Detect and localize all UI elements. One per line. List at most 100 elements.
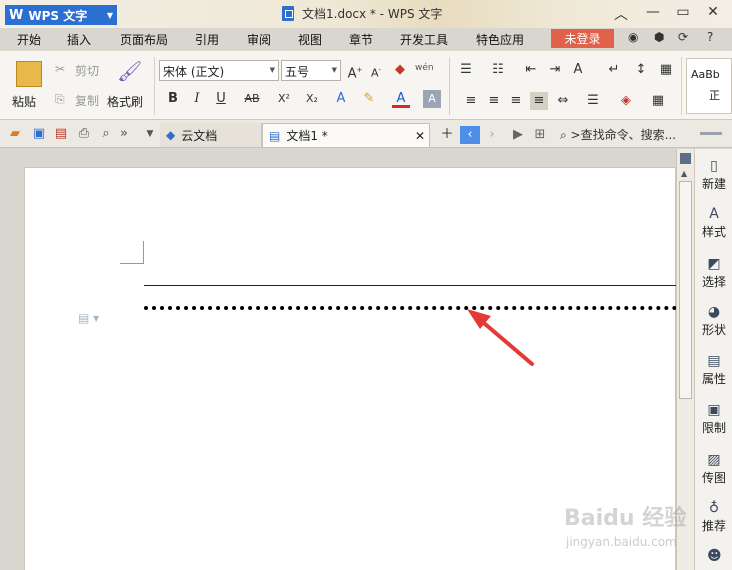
paragraph-layout-icon[interactable]: ▤ ▾	[78, 311, 99, 325]
underline-button[interactable]: U	[212, 90, 230, 108]
close-icon[interactable]: ✕	[415, 129, 425, 143]
chevron-down-icon[interactable]: ▼	[332, 66, 337, 74]
collapse-icon[interactable]: ⊞	[530, 126, 550, 144]
side-property[interactable]: ▤ 属性	[695, 354, 732, 387]
chevron-down-icon[interactable]: ▼	[270, 66, 275, 74]
help-icon[interactable]: ?	[707, 30, 713, 44]
scroll-up-icon[interactable]: ▲	[681, 169, 687, 178]
login-button[interactable]: 未登录	[551, 29, 614, 48]
clear-format-icon[interactable]: ◆	[391, 61, 409, 79]
split-view-icon[interactable]	[680, 153, 691, 164]
side-restrict[interactable]: ▣ 限制	[695, 403, 732, 436]
copy-button[interactable]: 复制	[75, 92, 99, 109]
side-upload-image[interactable]: ▨ 传图	[695, 453, 732, 486]
line-spacing-icon[interactable]: ☰	[584, 92, 602, 110]
pinyin-icon[interactable]: wén	[415, 59, 434, 77]
side-select[interactable]: ◩ 选择	[695, 257, 732, 290]
style-gallery[interactable]: AaBb 正	[686, 58, 732, 114]
title-bar: W WPS 文字 ▼ 文档1.docx * - WPS 文字 ︿ — ▭ ✕	[0, 0, 732, 28]
tab-document-label: 文档1 *	[286, 129, 328, 143]
side-style[interactable]: A 样式	[695, 207, 732, 240]
shape-icon: ◕	[707, 304, 721, 320]
paste-button[interactable]: 粘贴	[12, 93, 36, 110]
chevron-left-icon[interactable]: ‹	[460, 126, 480, 144]
bold-button[interactable]: B	[164, 90, 182, 108]
font-size-select[interactable]: 五号 ▼	[281, 60, 341, 81]
table-icon[interactable]: ▦	[657, 61, 675, 79]
menu-insert[interactable]: 插入	[67, 31, 91, 48]
bullet-list-icon[interactable]: ☰	[457, 61, 475, 79]
cut-button[interactable]: 剪切	[75, 62, 99, 79]
grow-font-icon[interactable]: A+	[346, 61, 364, 81]
settings-icon[interactable]: ⬢	[654, 30, 664, 44]
menu-view[interactable]: 视图	[298, 31, 322, 48]
menu-special[interactable]: 特色应用	[476, 31, 524, 48]
cube-icon: ◆	[166, 128, 176, 142]
document-icon: ▤	[269, 128, 281, 143]
align-center-icon[interactable]: ≡	[485, 92, 503, 110]
share-icon[interactable]: ⟳	[678, 30, 688, 44]
char-shading-icon[interactable]: A	[423, 90, 441, 108]
increase-indent-icon[interactable]: ⇥	[546, 61, 564, 79]
side-new[interactable]: ▯ 新建	[695, 159, 732, 192]
highlight-icon[interactable]: ✎	[360, 90, 378, 108]
menu-home[interactable]: 开始	[17, 31, 41, 48]
side-shape[interactable]: ◕ 形状	[695, 305, 732, 338]
superscript-button[interactable]: X²	[274, 90, 294, 108]
app-menu-button[interactable]: W WPS 文字 ▼	[5, 5, 117, 25]
new-tab-icon[interactable]: ＋	[437, 126, 457, 144]
chevron-down-icon[interactable]: ▼	[141, 125, 159, 143]
text-effect-icon[interactable]: A	[332, 90, 350, 108]
font-name-value: 宋体 (正文)	[163, 65, 225, 79]
subscript-button[interactable]: X₂	[302, 90, 322, 108]
numbered-list-icon[interactable]: ☷	[489, 61, 507, 79]
print-icon[interactable]: ⎙	[75, 125, 93, 143]
menu-page-layout[interactable]: 页面布局	[120, 31, 168, 48]
window-title: 文档1.docx * - WPS 文字	[282, 5, 442, 22]
people-icon: ☻	[707, 548, 722, 564]
video-icon[interactable]: ▶	[508, 126, 528, 144]
align-right-icon[interactable]: ≡	[507, 92, 525, 110]
open-folder-icon[interactable]: ▰	[6, 125, 24, 143]
chevron-right-icon[interactable]: ›	[482, 126, 502, 144]
document-icon	[282, 6, 294, 21]
command-search[interactable]: ⌕ >查找命令、搜索...	[560, 126, 682, 144]
decrease-indent-icon[interactable]: ⇤	[522, 61, 540, 79]
chevron-up-icon[interactable]: ︿	[611, 4, 631, 24]
side-more[interactable]: ☻	[695, 549, 732, 565]
font-color-icon[interactable]: A	[392, 90, 410, 108]
border-icon[interactable]: ▦	[649, 92, 667, 110]
tab-cloud-docs[interactable]: ◆ 云文档	[160, 123, 262, 147]
export-pdf-icon[interactable]: ▤	[52, 125, 70, 143]
menu-developer[interactable]: 开发工具	[400, 31, 448, 48]
italic-button[interactable]: I	[188, 90, 206, 108]
skin-icon[interactable]: ◉	[628, 30, 638, 44]
tab-document[interactable]: ▤ 文档1 * ✕	[262, 123, 430, 147]
save-icon[interactable]: ▣	[30, 125, 48, 143]
shrink-font-icon[interactable]: A-	[367, 61, 385, 80]
menu-chapter[interactable]: 章节	[349, 31, 373, 48]
shading-icon[interactable]: ◈	[617, 92, 635, 110]
menu-review[interactable]: 审阅	[247, 31, 271, 48]
restore-icon[interactable]: ▭	[673, 4, 693, 20]
paste-icon[interactable]	[16, 61, 42, 87]
font-name-select[interactable]: 宋体 (正文) ▼	[159, 60, 279, 81]
format-painter-button[interactable]: 格式刷	[107, 93, 143, 110]
close-icon[interactable]: ✕	[703, 4, 723, 20]
distribute-icon[interactable]: ⇔	[554, 92, 572, 110]
side-recommend[interactable]: ♁ 推荐	[695, 501, 732, 534]
change-case-icon[interactable]: A	[569, 61, 587, 79]
scrollbar-thumb[interactable]	[679, 181, 692, 399]
minimize-icon[interactable]: —	[643, 4, 663, 20]
print-preview-icon[interactable]: ⌕	[97, 125, 115, 143]
sort-icon[interactable]: ↕	[632, 61, 650, 79]
line-break-icon[interactable]: ↵	[605, 61, 623, 79]
justify-icon[interactable]: ≡	[530, 92, 548, 110]
more-icon[interactable]: »	[115, 125, 133, 143]
strikethrough-button[interactable]: AB	[241, 90, 263, 108]
property-icon: ▤	[707, 353, 721, 369]
align-left-icon[interactable]: ≡	[462, 92, 480, 110]
side-panel-handle[interactable]	[700, 132, 722, 135]
side-panel: ▯ 新建 A 样式 ◩ 选择 ◕ 形状 ▤ 属性 ▣ 限制 ▨ 传图 ♁ 推荐 …	[694, 149, 732, 570]
menu-reference[interactable]: 引用	[195, 31, 219, 48]
